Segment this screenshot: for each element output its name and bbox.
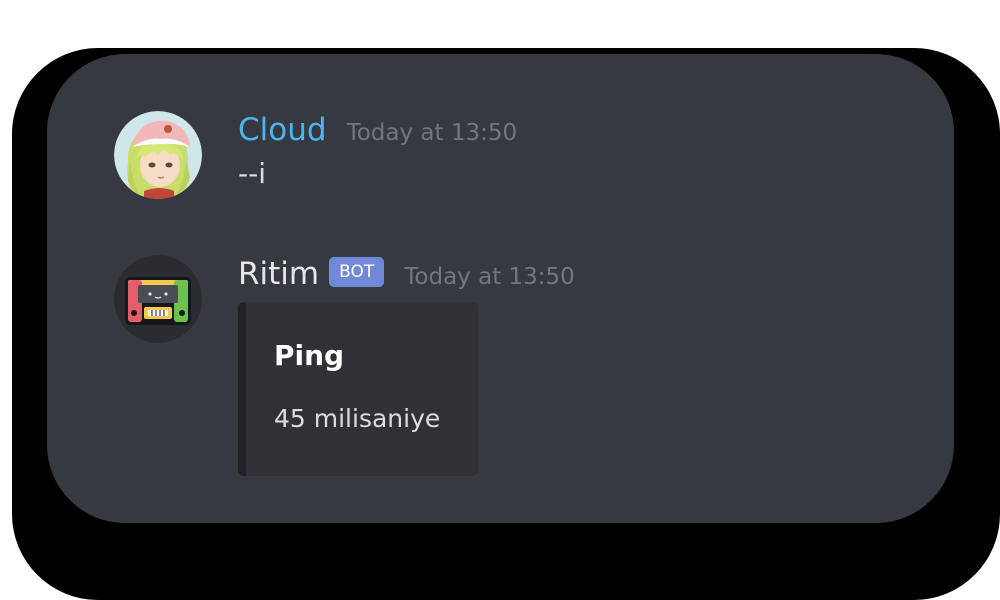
timestamp[interactable]: Today at 13:50 — [347, 120, 518, 146]
message-header: Cloud Today at 13:50 — [238, 108, 517, 152]
chat-card: Cloud Today at 13:50 --i Ritim BOT Today… — [47, 54, 954, 523]
embed-title: Ping — [274, 339, 345, 372]
anime-girl-avatar-icon — [114, 111, 202, 199]
avatar-ritim[interactable] — [114, 255, 202, 343]
avatar-cloud[interactable] — [114, 111, 202, 199]
message-header: Ritim BOT Today at 13:50 — [238, 252, 575, 296]
bot-badge: BOT — [329, 257, 385, 287]
message-content: --i — [238, 157, 266, 190]
embed-card: Ping 45 milisaniye — [238, 302, 478, 476]
username-ritim[interactable]: Ritim — [238, 252, 319, 296]
username-cloud[interactable]: Cloud — [238, 108, 327, 152]
timestamp[interactable]: Today at 13:50 — [404, 264, 575, 290]
cassette-tape-avatar-icon — [114, 255, 202, 343]
screenshot-frame: Cloud Today at 13:50 --i Ritim BOT Today… — [0, 0, 1000, 600]
embed-description: 45 milisaniye — [274, 404, 441, 433]
